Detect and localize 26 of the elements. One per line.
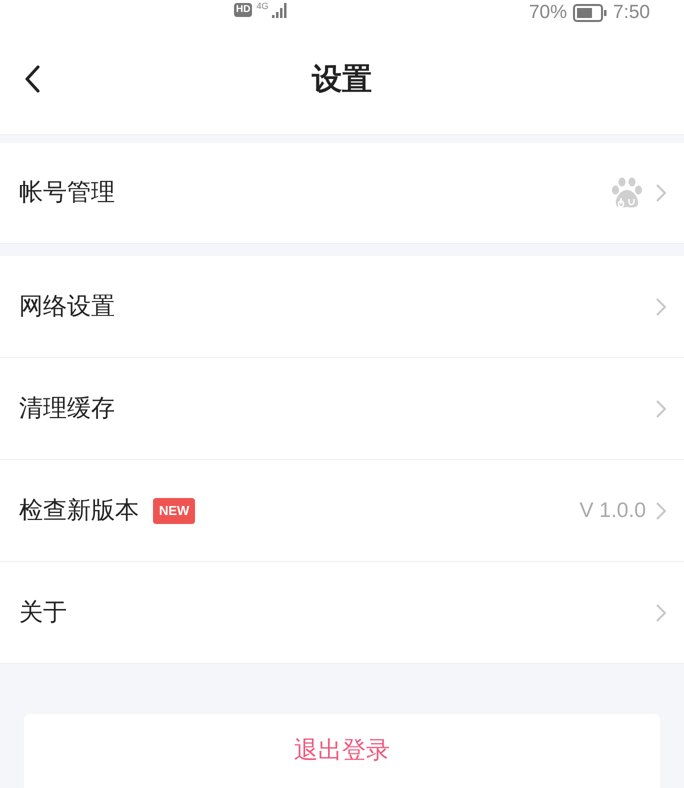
signal-icon xyxy=(272,2,288,18)
settings-item[interactable]: 帐号管理 xyxy=(0,143,684,244)
chevron-icon xyxy=(656,400,666,418)
page-title: 设置 xyxy=(312,62,372,98)
item-label: 清理缓存 xyxy=(19,394,115,424)
item-label: 帐号管理 xyxy=(19,178,115,208)
version-text: V 1.0.0 xyxy=(579,498,646,524)
item-label: 网络设置 xyxy=(19,292,115,322)
new-badge: NEW xyxy=(153,498,196,524)
network-badge: HD xyxy=(234,3,252,17)
battery-icon xyxy=(573,4,608,22)
chevron-icon xyxy=(656,604,666,622)
paw-icon xyxy=(612,177,642,209)
settings-item[interactable]: 检查新版本 NEW V 1.0.0 xyxy=(0,460,684,562)
network-type: 4G xyxy=(256,2,268,11)
back-button[interactable] xyxy=(24,65,40,93)
chevron-icon xyxy=(656,184,666,202)
chevron-icon xyxy=(656,502,666,520)
battery-percent: 70% xyxy=(528,1,568,25)
item-label: 检查新版本 xyxy=(19,496,139,526)
chevron-icon xyxy=(656,298,666,316)
settings-item[interactable]: 网络设置 xyxy=(0,256,684,358)
settings-item[interactable]: 清理缓存 xyxy=(0,358,684,460)
item-label: 关于 xyxy=(19,598,67,628)
settings-item[interactable]: 关于 xyxy=(0,562,684,664)
time: 7:50 xyxy=(613,1,650,25)
